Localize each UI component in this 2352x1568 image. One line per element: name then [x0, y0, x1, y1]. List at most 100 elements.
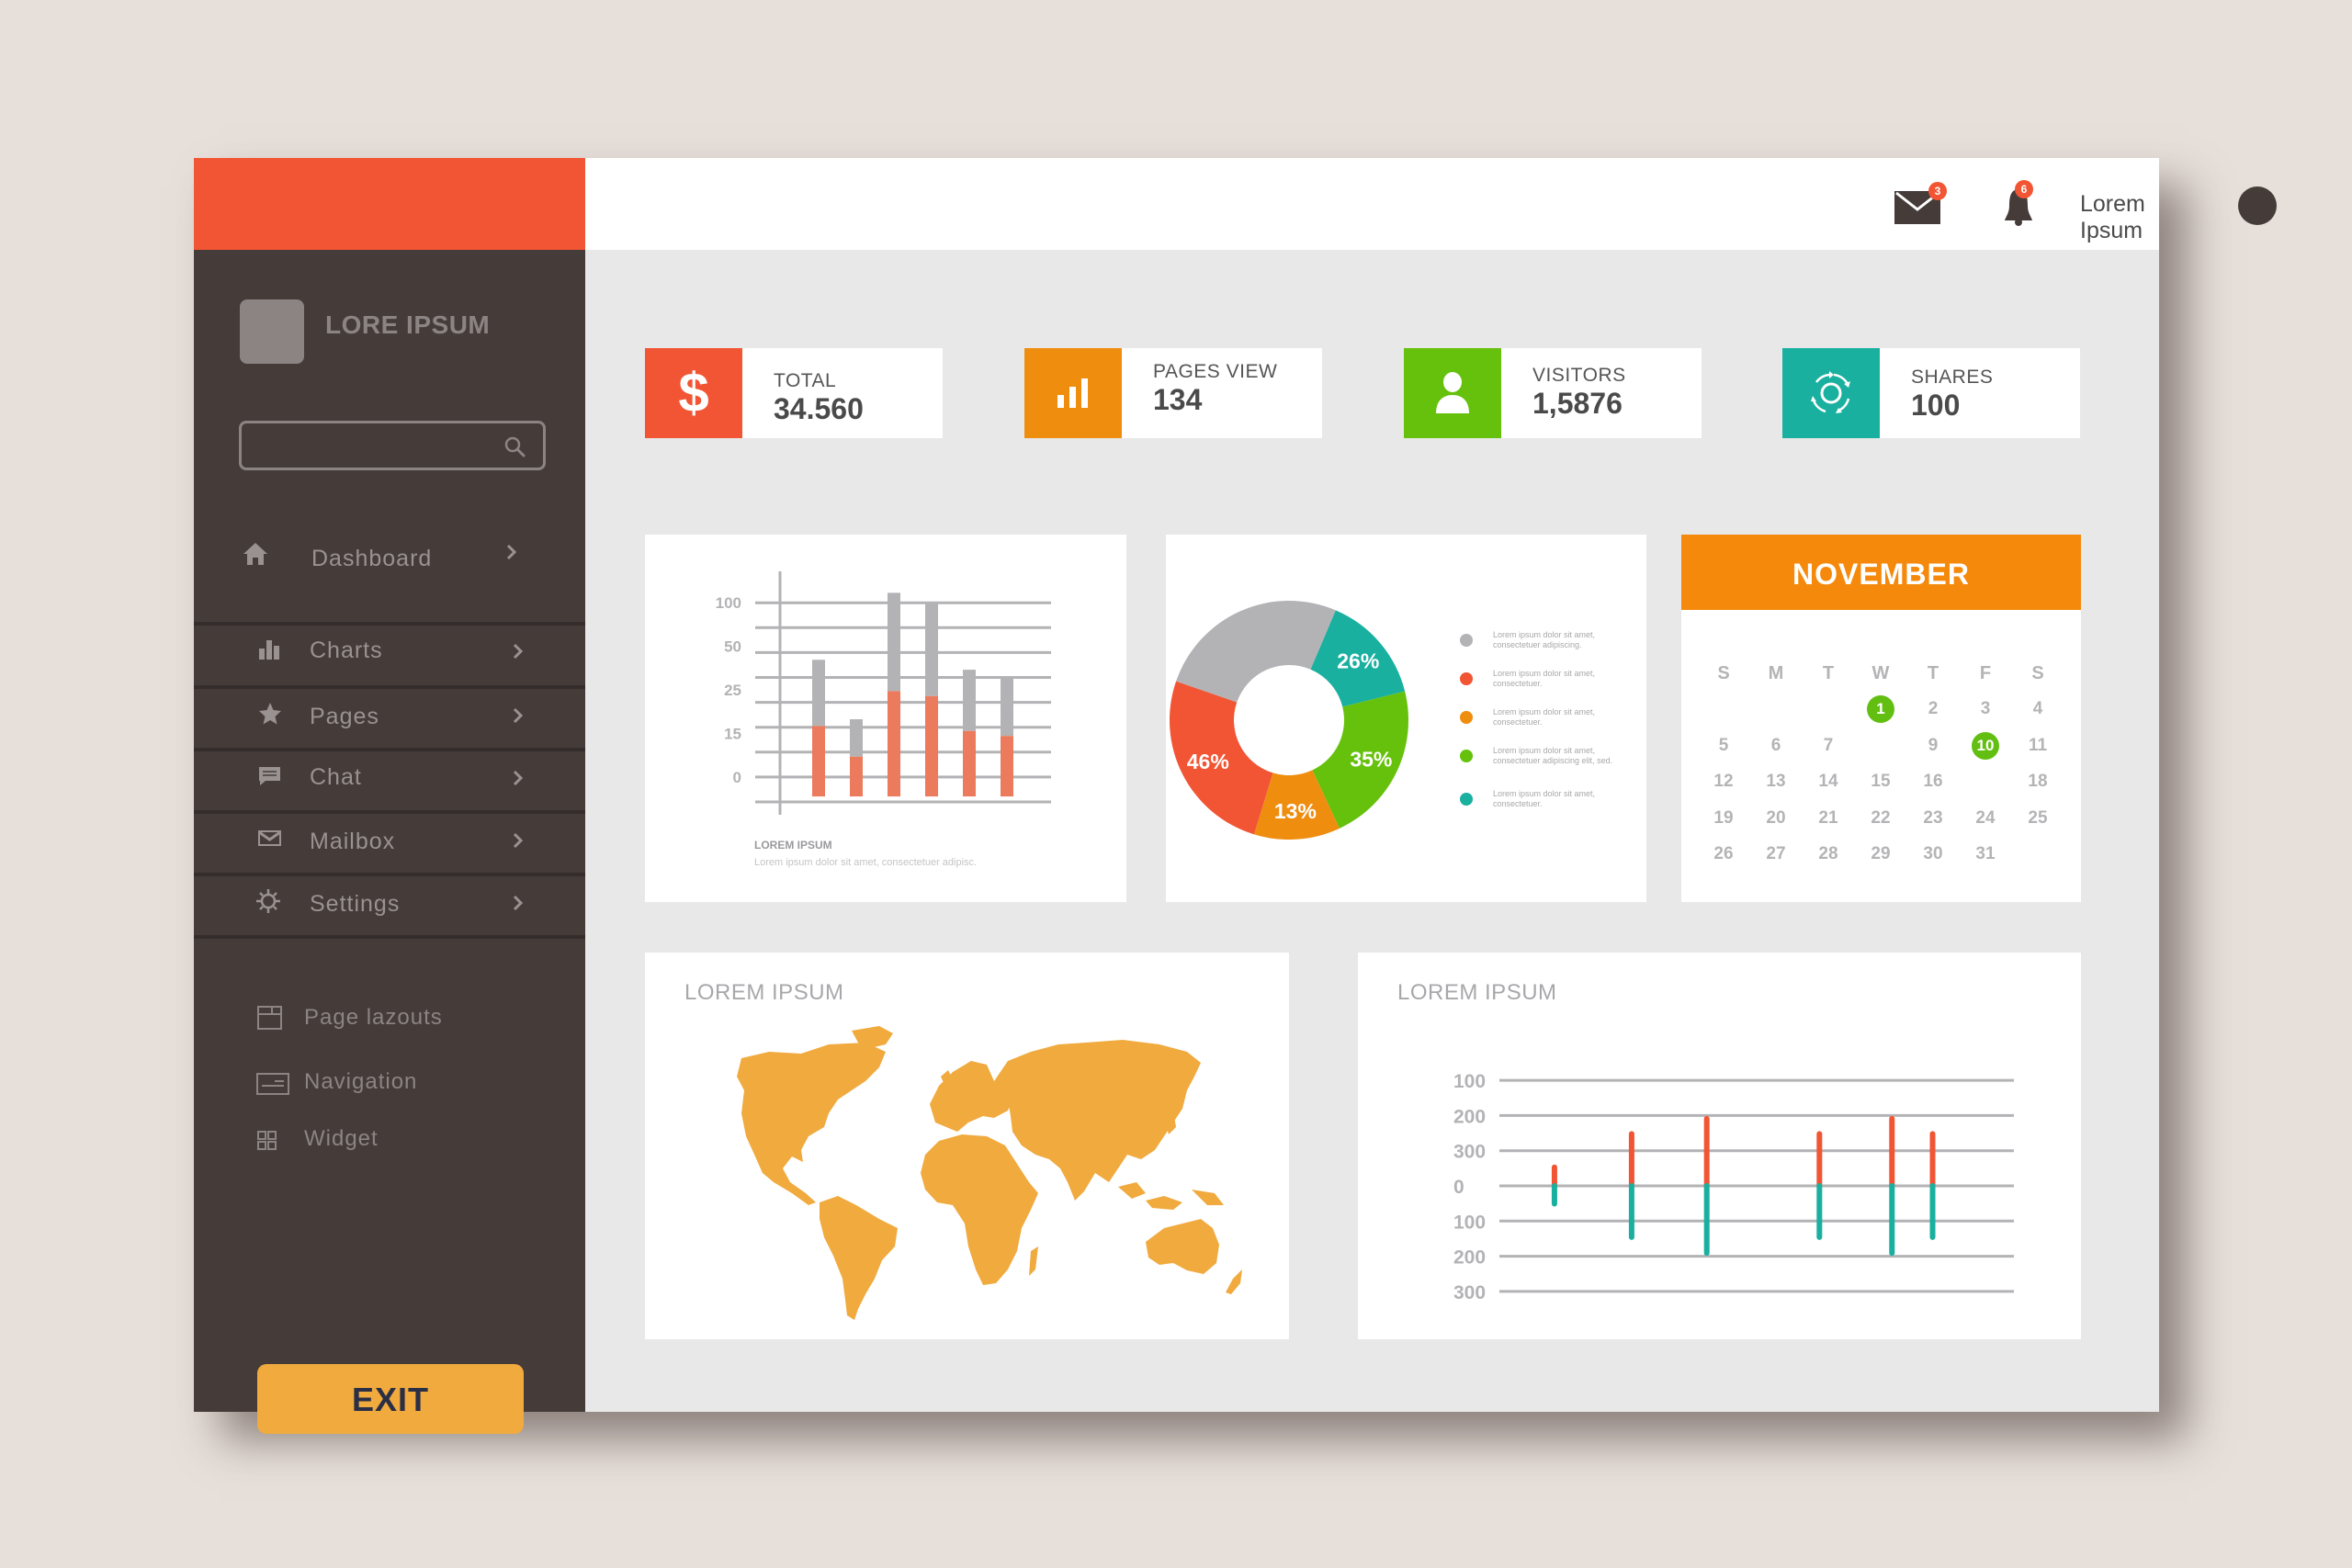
exit-button[interactable]: EXIT [257, 1364, 524, 1434]
y-tick-label: 200 [1453, 1247, 1486, 1269]
calendar-day[interactable]: 10 [1960, 728, 2011, 763]
sidebar-item-chat[interactable]: Chat [194, 762, 585, 808]
map-north-america [737, 1043, 886, 1205]
sidebar-item-charts[interactable]: Charts [194, 636, 585, 682]
stat-label: SHARES [1911, 367, 1994, 388]
top-bar: 3 6 Lorem Ipsum [585, 158, 2277, 250]
slice-label: 46% [1187, 750, 1229, 773]
map-australia [1146, 1219, 1219, 1274]
calendar-day[interactable]: 13 [1750, 764, 1802, 799]
stat-value: 134 [1153, 383, 1203, 416]
chevron-right-icon [506, 544, 517, 560]
sidebar-item-navigation[interactable]: Navigation [194, 1067, 585, 1100]
search-icon[interactable] [503, 434, 526, 458]
bar-upper [888, 592, 900, 692]
calendar-card: NOVEMBER S M T W T F S 1 2 3 4 5 6 7 9 10 11 12 13 14 15 16 18… [1681, 535, 2081, 902]
calendar-day[interactable]: 6 [1750, 728, 1802, 763]
diverging-bar-card: LOREM IPSUM 100 200 300 0 100 200 300 [1358, 953, 2081, 1339]
calendar-day[interactable]: 30 [1907, 837, 1959, 872]
bar-upper [812, 660, 825, 727]
avatar[interactable] [2238, 186, 2277, 225]
calendar-day[interactable]: 15 [1855, 764, 1906, 799]
y-tick-label: 0 [733, 769, 741, 786]
svg-text:$: $ [678, 364, 708, 423]
calendar-day[interactable]: 24 [1960, 801, 2011, 836]
sidebar-item-pages[interactable]: Pages [194, 700, 585, 746]
calendar-day[interactable]: 4 [2012, 692, 2064, 727]
divider [194, 810, 585, 814]
divider [194, 685, 585, 689]
bar-lower [888, 691, 900, 797]
bar-chart-icon [1057, 378, 1088, 408]
gear-icon [256, 889, 280, 913]
sidebar-item-widget[interactable]: Widget [194, 1124, 585, 1157]
calendar-day[interactable]: 14 [1803, 764, 1854, 799]
weekday-label: F [1979, 663, 1992, 683]
legend-text: Lorem ipsum dolor sit amet, consectetuer… [1493, 707, 1596, 727]
bar-upper [925, 604, 938, 696]
widget-grid-icon [257, 1131, 277, 1150]
calendar-day[interactable]: 20 [1750, 801, 1802, 836]
weekday-label: W [1871, 663, 1890, 683]
calendar-day[interactable]: 11 [2012, 728, 2064, 763]
chevron-right-icon [513, 832, 524, 849]
sidebar-item-page-layouts[interactable]: Page lazouts [194, 1003, 585, 1036]
stat-label: TOTAL [774, 370, 837, 391]
mail-button[interactable]: 3 [1894, 182, 1947, 224]
stat-card-total: $ TOTAL 34.560 [645, 348, 943, 438]
notifications-button[interactable]: 6 [2002, 180, 2035, 226]
sidebar-item-label: Settings [310, 891, 401, 917]
sidebar-item-label: Mailbox [310, 829, 396, 854]
calendar-day[interactable]: 12 [1698, 764, 1749, 799]
sidebar-item-label: Pages [310, 704, 379, 729]
bar-lower [925, 695, 938, 797]
calendar-day[interactable]: 23 [1907, 801, 1959, 836]
sidebar-item-mailbox[interactable]: Mailbox [194, 825, 585, 871]
calendar-day[interactable]: 5 [1698, 728, 1749, 763]
weekday-label: M [1768, 663, 1784, 683]
calendar-day[interactable]: 25 [2012, 801, 2064, 836]
world-map [737, 1026, 1242, 1320]
donut-chart-card: 26% 35% 13% 46% Lorem ipsum dolor sit amet,… [1166, 535, 1646, 902]
weekday-label: S [2031, 663, 2044, 683]
legend-dot [1460, 672, 1473, 685]
search-box[interactable] [239, 421, 546, 470]
calendar-day[interactable]: 27 [1750, 837, 1802, 872]
y-tick-label: 200 [1453, 1106, 1486, 1127]
bar-lower [1001, 736, 1013, 797]
divider [194, 622, 585, 626]
sidebar-item-dashboard[interactable]: Dashboard [194, 540, 585, 595]
bar-lower [963, 730, 976, 797]
calendar-day[interactable]: 2 [1907, 692, 1959, 727]
sidebar-item-label: Page lazouts [304, 1005, 443, 1030]
calendar-day[interactable]: 28 [1803, 837, 1854, 872]
calendar-day[interactable]: 21 [1803, 801, 1854, 836]
calendar-day[interactable]: 26 [1698, 837, 1749, 872]
calendar-day[interactable]: 16 [1907, 764, 1959, 799]
calendar-day[interactable]: 3 [1960, 692, 2011, 727]
legend-text: Lorem ipsum dolor sit amet, consectetuer… [1493, 746, 1613, 765]
stat-value: 100 [1911, 389, 1961, 422]
slice-label: 26% [1337, 649, 1379, 673]
calendar-day[interactable]: 1 [1855, 692, 1906, 727]
logo[interactable] [240, 299, 304, 364]
stat-card-shares: SHARES 100 [1782, 348, 2080, 438]
calendar-day[interactable]: 9 [1907, 728, 1959, 763]
star-icon [259, 703, 281, 725]
legend-text: Lorem ipsum dolor sit amet, consectetuer… [1493, 630, 1596, 649]
y-tick-label: 100 [1453, 1071, 1486, 1092]
y-tick-label: 50 [724, 638, 741, 656]
calendar-day[interactable]: 7 [1803, 728, 1854, 763]
slice-label: 35% [1350, 748, 1392, 772]
search-input[interactable] [251, 429, 493, 464]
chat-icon [259, 767, 280, 785]
calendar-day[interactable]: 18 [2012, 764, 2064, 799]
calendar-day[interactable]: 29 [1855, 837, 1906, 872]
sidebar-item-settings[interactable]: Settings [194, 887, 585, 933]
user-name[interactable]: Lorem Ipsum [2080, 191, 2159, 244]
calendar-day[interactable]: 22 [1855, 801, 1906, 836]
calendar-day[interactable]: 19 [1698, 801, 1749, 836]
legend-dot [1460, 634, 1473, 647]
calendar-day[interactable]: 31 [1960, 837, 2011, 872]
world-map-card: LOREM IPSUM [645, 953, 1289, 1339]
